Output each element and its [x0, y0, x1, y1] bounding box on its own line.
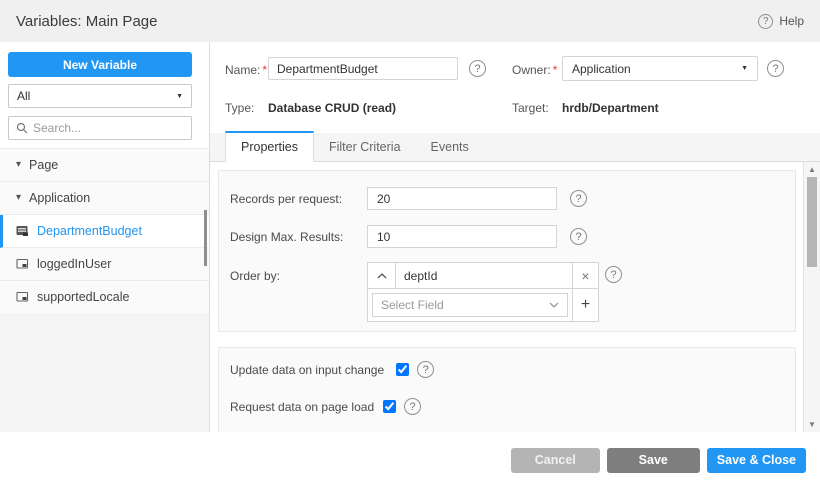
scrollbar-thumb[interactable] [807, 177, 817, 267]
name-input[interactable] [268, 57, 458, 80]
design-max-results-input[interactable] [367, 225, 557, 248]
chevron-down-icon [549, 302, 559, 308]
target-value: hrdb/Department [562, 101, 659, 115]
name-help-icon[interactable]: ? [469, 60, 486, 77]
page-title: Variables: Main Page [16, 12, 158, 30]
sidebar-scrollbar-thumb[interactable] [204, 210, 207, 266]
help-label: Help [779, 14, 804, 28]
data-settings-panel: Records per request: ? Design Max. Resul… [218, 170, 796, 332]
caret-down-icon: ▼ [741, 65, 748, 72]
tree-label: supportedLocale [37, 290, 130, 304]
caret-down-icon: ▾ [16, 159, 22, 170]
help-icon: ? [758, 13, 774, 29]
variable-icon [16, 291, 29, 303]
content-scrollbar[interactable]: ▲ ▼ [803, 162, 820, 432]
chevron-up-icon [377, 272, 386, 278]
variables-sidebar: New Variable All ▼ ▾ Page ▾ Application [0, 42, 210, 432]
update-on-input-row: Update data on input change ? [230, 361, 435, 378]
tree-label: DepartmentBudget [37, 224, 142, 238]
variable-search [8, 116, 192, 140]
cancel-button[interactable]: Cancel [510, 447, 600, 473]
sidebar-empty-area [0, 313, 209, 432]
request-on-load-checkbox[interactable] [383, 400, 396, 413]
variables-tree: ▾ Page ▾ Application DepartmentBudget lo… [0, 148, 209, 314]
variable-filter-value: All [17, 89, 31, 103]
search-input[interactable] [33, 121, 184, 135]
dialog-header: Variables: Main Page ? Help [0, 0, 820, 42]
target-label: Target: [512, 101, 549, 115]
tab-properties[interactable]: Properties [225, 131, 314, 162]
tree-label: Application [29, 191, 91, 205]
tab-filter-criteria[interactable]: Filter Criteria [314, 133, 416, 161]
behavior-panel: Update data on input change ? Request da… [218, 347, 796, 432]
search-icon [16, 122, 28, 134]
tree-item-loggedinuser[interactable]: loggedInUser [0, 248, 209, 281]
scroll-up-icon[interactable]: ▲ [804, 165, 820, 174]
variable-filter-select[interactable]: All ▼ [8, 84, 192, 108]
tree-item-departmentbudget[interactable]: DepartmentBudget [0, 215, 209, 248]
records-per-request-label: Records per request: [230, 192, 343, 206]
required-asterisk: * [552, 63, 558, 77]
design-max-results-help-icon[interactable]: ? [570, 228, 587, 245]
add-order-field-button[interactable]: + [572, 289, 598, 321]
update-on-input-checkbox[interactable] [396, 363, 410, 376]
tree-group-page[interactable]: ▾ Page [0, 149, 209, 182]
owner-help-icon[interactable]: ? [767, 60, 784, 77]
properties-tab-content: Records per request: ? Design Max. Resul… [210, 162, 820, 432]
records-per-request-help-icon[interactable]: ? [570, 190, 587, 207]
save-button[interactable]: Save [606, 447, 700, 473]
request-on-load-help-icon[interactable]: ? [404, 398, 421, 415]
order-by-field-value[interactable]: deptId [396, 263, 572, 288]
scroll-down-icon[interactable]: ▼ [804, 420, 820, 429]
type-value: Database CRUD (read) [268, 101, 397, 115]
tree-group-application[interactable]: ▾ Application [0, 182, 209, 215]
variables-dialog: Variables: Main Page ? Help New Variable… [0, 0, 820, 488]
owner-value: Application [572, 61, 631, 76]
tab-events[interactable]: Events [416, 133, 484, 161]
variable-icon [16, 258, 29, 270]
order-by-widget: deptId × Select Field + [367, 262, 599, 322]
detail-tabs: Properties Filter Criteria Events [210, 131, 820, 162]
select-field-placeholder: Select Field [381, 298, 444, 312]
new-variable-button[interactable]: New Variable [8, 52, 192, 77]
request-on-load-row: Request data on page load ? [230, 398, 421, 415]
database-variable-icon [16, 225, 29, 237]
name-label: Name: * [225, 63, 268, 77]
design-max-results-label: Design Max. Results: [230, 230, 344, 244]
tree-label: Page [29, 158, 59, 172]
type-label: Type: [225, 101, 255, 115]
caret-down-icon: ▼ [176, 92, 183, 100]
order-by-row: deptId × [368, 263, 598, 289]
order-by-label: Order by: [230, 269, 281, 283]
select-field-dropdown[interactable]: Select Field [372, 293, 568, 317]
save-and-close-button[interactable]: Save & Close [706, 447, 806, 473]
sort-direction-toggle[interactable] [368, 263, 396, 288]
variable-detail-pane: Name:* ? Owner:* Application ▼ ? Type: D… [210, 42, 820, 432]
remove-order-field-button[interactable]: × [572, 263, 598, 288]
order-by-add-row: Select Field + [368, 289, 598, 321]
update-on-input-label: Update data on input change [230, 362, 385, 377]
tree-item-supportedlocale[interactable]: supportedLocale [0, 281, 209, 314]
request-on-load-label: Request data on page load [230, 399, 375, 414]
help-button[interactable]: ? Help [758, 13, 804, 29]
tree-label: loggedInUser [37, 257, 112, 271]
update-on-input-help-icon[interactable]: ? [417, 361, 435, 378]
owner-label: Owner: * [512, 63, 558, 77]
records-per-request-input[interactable] [367, 187, 557, 210]
owner-select[interactable]: Application ▼ [562, 56, 758, 81]
order-by-help-icon[interactable]: ? [605, 266, 622, 283]
dialog-footer: Cancel Save Save & Close [0, 432, 820, 488]
required-asterisk: * [262, 63, 268, 77]
caret-down-icon: ▾ [16, 192, 22, 203]
